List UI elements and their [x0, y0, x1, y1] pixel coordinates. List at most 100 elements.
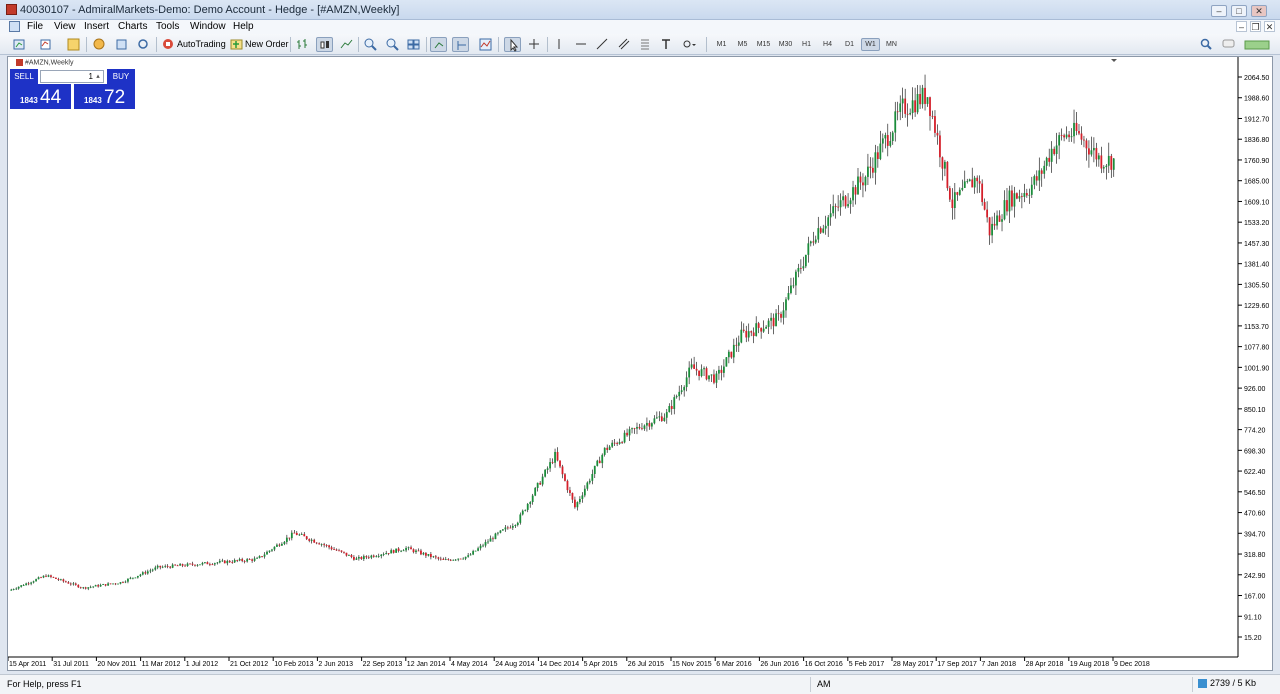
- price-chart[interactable]: 15.20 91.10 167.00 242.90 318.80 394.70 470.60…: [8, 57, 1272, 670]
- candle-body: [127, 578, 129, 582]
- candle-body: [253, 558, 256, 561]
- candle-body: [1020, 196, 1023, 197]
- candle-body: [283, 541, 286, 544]
- timeframe-mn[interactable]: MN: [882, 38, 901, 51]
- timeframe-d1[interactable]: D1: [840, 38, 859, 51]
- trendline-icon[interactable]: [594, 37, 611, 52]
- zoom-in-icon[interactable]: [362, 37, 379, 52]
- auto-scroll-icon[interactable]: [430, 37, 447, 52]
- chart-window-icon[interactable]: [9, 21, 20, 32]
- candle-body: [596, 460, 599, 466]
- new-order-button[interactable]: New Order: [245, 39, 289, 49]
- chart-shift-icon[interactable]: [452, 37, 469, 52]
- navigator-icon[interactable]: [91, 37, 108, 52]
- timeframe-h4[interactable]: H4: [818, 38, 837, 51]
- buy-price-box[interactable]: 1843 72: [74, 84, 135, 109]
- x-tick-label: 28 May 2017: [893, 661, 934, 668]
- menu-window[interactable]: Window: [190, 21, 226, 32]
- equidistant-channel-icon[interactable]: [616, 37, 633, 52]
- timeframe-h1[interactable]: H1: [797, 38, 816, 51]
- candle-body: [355, 558, 358, 560]
- menu-charts[interactable]: Charts: [118, 21, 147, 32]
- candle-body: [996, 215, 998, 226]
- horizontal-line-icon[interactable]: [573, 37, 590, 52]
- indicators-icon[interactable]: [477, 37, 494, 52]
- timeframe-w1[interactable]: W1: [861, 38, 880, 51]
- y-tick-label: 1760.90: [1244, 158, 1269, 165]
- menu-tools[interactable]: Tools: [156, 21, 179, 32]
- x-tick-label: 15 Nov 2015: [672, 661, 712, 668]
- menu-help[interactable]: Help: [233, 21, 254, 32]
- bar-chart-icon[interactable]: [294, 37, 311, 52]
- menu-file[interactable]: File: [27, 21, 43, 32]
- search-icon[interactable]: [1198, 37, 1215, 52]
- candle-body: [159, 565, 162, 568]
- mdi-minimize-button[interactable]: –: [1236, 21, 1247, 32]
- profiles-icon[interactable]: [37, 37, 54, 52]
- vertical-line-icon[interactable]: [551, 37, 568, 52]
- close-button[interactable]: ✕: [1251, 5, 1267, 17]
- chat-icon[interactable]: [1220, 37, 1237, 52]
- terminal-icon[interactable]: [113, 37, 130, 52]
- candle-body: [638, 426, 641, 429]
- timeframe-m5[interactable]: M5: [733, 38, 752, 51]
- text-icon[interactable]: [658, 37, 675, 52]
- market-watch-icon[interactable]: [65, 37, 82, 52]
- autotrading-button[interactable]: AutoTrading: [177, 39, 226, 49]
- timeframe-m30[interactable]: M30: [776, 38, 795, 51]
- zoom-out-icon[interactable]: [384, 37, 401, 52]
- autotrading-icon[interactable]: [160, 37, 177, 52]
- candle-body: [775, 313, 777, 327]
- cursor-icon[interactable]: [504, 37, 521, 52]
- candle-body: [554, 451, 556, 463]
- strategy-tester-icon[interactable]: [135, 37, 152, 52]
- buy-button[interactable]: BUY: [107, 69, 135, 84]
- candle-body: [944, 161, 946, 169]
- candle-body: [12, 589, 15, 590]
- menu-view[interactable]: View: [54, 21, 76, 32]
- candle-body: [427, 554, 430, 556]
- lot-increase-icon[interactable]: ▴: [94, 72, 102, 81]
- timeframe-m15[interactable]: M15: [754, 38, 773, 51]
- tile-windows-icon[interactable]: [405, 37, 422, 52]
- new-chart-icon[interactable]: [11, 37, 28, 52]
- candle-body: [894, 111, 897, 133]
- fibonacci-icon[interactable]: [637, 37, 654, 52]
- candle-body: [574, 499, 576, 508]
- candle-body: [102, 584, 105, 585]
- candle-body: [330, 547, 333, 550]
- mdi-restore-button[interactable]: ❐: [1250, 21, 1261, 32]
- candle-body: [261, 556, 263, 557]
- mdi-close-button[interactable]: ✕: [1264, 21, 1275, 32]
- candle-body: [904, 98, 907, 114]
- candle-body: [84, 587, 87, 589]
- sell-price-box[interactable]: 1843 44: [10, 84, 71, 109]
- candle-body: [536, 482, 539, 488]
- candle-body: [968, 179, 971, 182]
- candle-body: [315, 542, 318, 544]
- new-order-icon[interactable]: [228, 37, 245, 52]
- sell-button[interactable]: SELL: [10, 69, 38, 84]
- candle-body: [593, 465, 596, 474]
- candlestick-chart-icon[interactable]: [316, 37, 333, 52]
- maximize-button[interactable]: □: [1231, 5, 1247, 17]
- candle-body: [395, 548, 398, 553]
- menu-insert[interactable]: Insert: [84, 21, 109, 32]
- candle-body: [392, 550, 395, 553]
- minimize-button[interactable]: –: [1211, 5, 1227, 17]
- shapes-dropdown-icon[interactable]: [680, 37, 697, 52]
- candle-body: [477, 548, 479, 551]
- y-tick-label: 1001.90: [1244, 365, 1269, 372]
- candle-body: [598, 460, 601, 464]
- candle-body: [658, 416, 661, 418]
- signal-strength-icon: [1243, 37, 1271, 52]
- timeframe-m1[interactable]: M1: [712, 38, 731, 51]
- candle-body: [492, 538, 494, 540]
- candle-body: [412, 549, 415, 553]
- candle-body: [1097, 155, 1100, 160]
- candle-body: [824, 225, 827, 229]
- line-chart-icon[interactable]: [338, 37, 355, 52]
- candle-body: [367, 557, 370, 559]
- crosshair-icon[interactable]: [526, 37, 543, 52]
- candle-body: [772, 317, 775, 327]
